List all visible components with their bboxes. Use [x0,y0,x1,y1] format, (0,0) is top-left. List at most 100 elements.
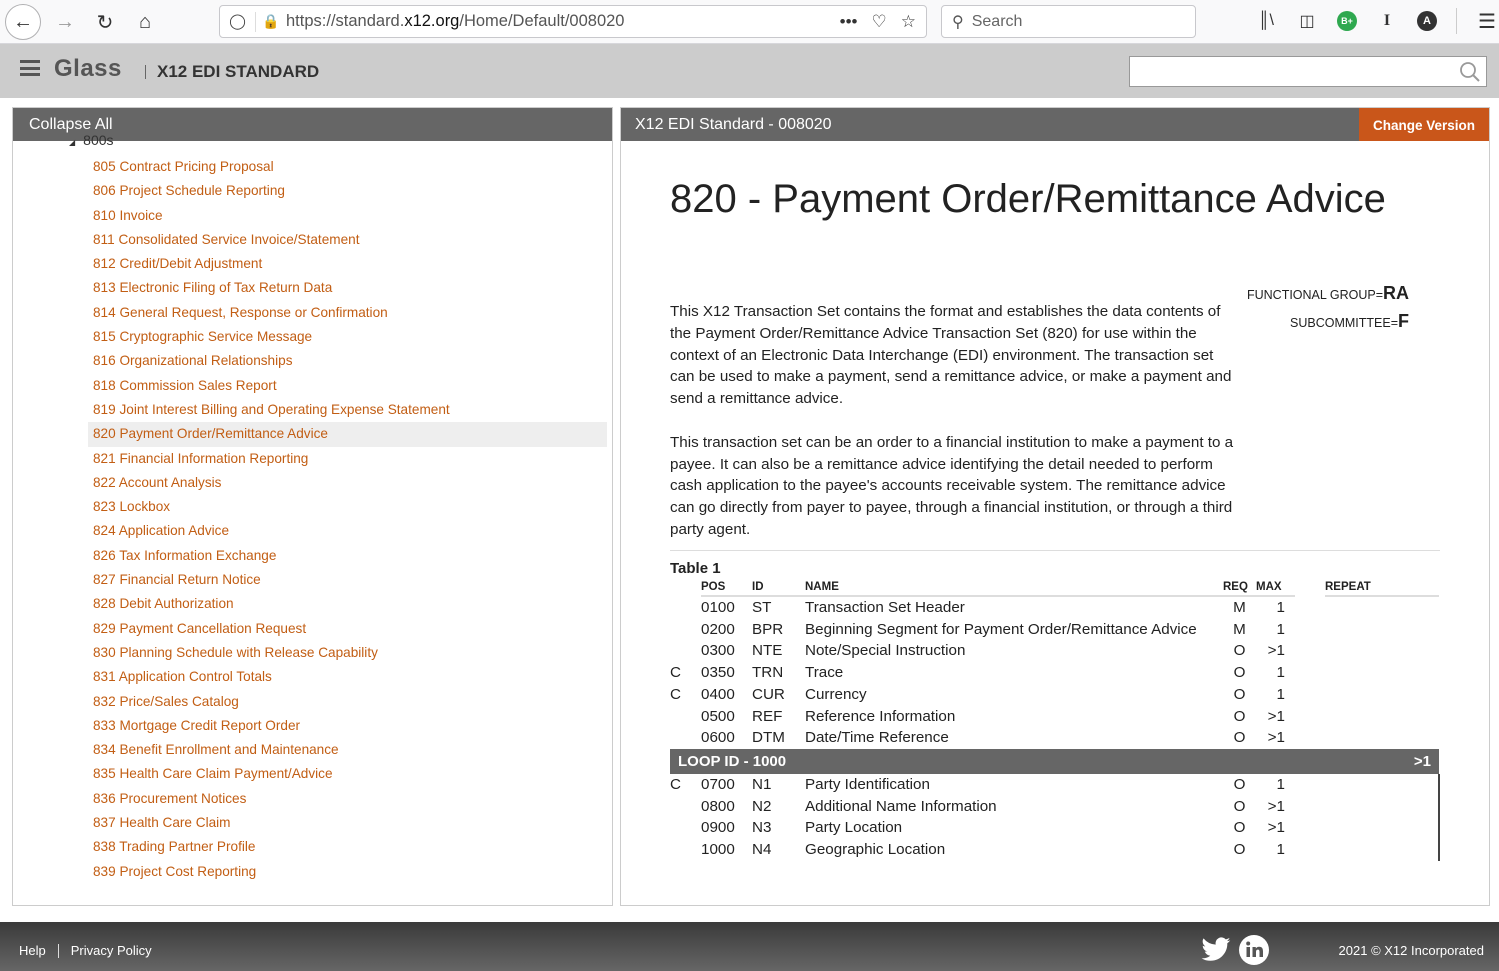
tree-item[interactable]: 821 Financial Information Reporting [13,447,607,471]
site-search[interactable] [1129,56,1487,87]
segment-name: Party Location [805,819,903,837]
browser-search-input[interactable]: ⚲ Search [941,5,1196,38]
loop-id-label[interactable]: LOOP ID - 1000 [670,748,1325,774]
more-actions-icon[interactable]: ••• [840,12,858,32]
segment-id-link[interactable]: BPR [752,619,805,641]
site-search-input[interactable] [1130,57,1450,86]
lock-icon[interactable]: 🔒 [256,13,286,30]
table-row: 0300 NTE Note/Special Instruction O >1 [670,640,1439,662]
tree-item[interactable]: 824 Application Advice [13,519,607,543]
tree-item[interactable]: 819 Joint Interest Billing and Operating… [13,398,607,422]
condition-marker [670,796,701,818]
hamburger-menu-icon[interactable] [20,60,40,80]
tree-item[interactable]: 814 General Request, Response or Confirm… [13,301,607,325]
brand-logo[interactable]: Glass [54,55,122,83]
divider [670,550,1440,551]
tree-item[interactable]: 827 Financial Return Notice [13,568,607,592]
segment-id-link[interactable]: NTE [752,640,805,662]
home-button[interactable]: ⌂ [127,4,163,40]
tree-item[interactable]: 805 Contract Pricing Proposal [13,155,607,179]
tree-item[interactable]: 837 Health Care Claim [13,811,607,835]
functional-group: FUNCTIONAL GROUP=RA [1246,283,1409,303]
segment-max: >1 [1267,819,1285,837]
col-id: ID [752,578,805,597]
tree-item[interactable]: 829 Payment Cancellation Request [13,617,607,641]
extension-cursor-icon[interactable]: I [1376,10,1398,32]
help-link[interactable]: Help [19,943,46,958]
shield-icon[interactable]: ◯ [220,11,256,32]
tree-item[interactable]: 831 Application Control Totals [13,665,607,689]
search-icon[interactable] [1458,60,1482,84]
tree-item[interactable]: 815 Cryptographic Service Message [13,325,607,349]
segment-id-link[interactable]: N2 [752,796,805,818]
segment-id-link[interactable]: DTM [752,727,805,749]
tree-item[interactable]: 826 Tax Information Exchange [13,544,607,568]
segment-name: Date/Time Reference [805,729,949,747]
condition-marker [670,706,701,728]
document-panel-header: X12 EDI Standard - 008020 Change Version [621,108,1489,141]
tree-item[interactable]: 822 Account Analysis [13,471,607,495]
toolbar-divider [1456,8,1457,34]
star-icon[interactable]: ☆ [901,12,916,32]
segment-max: >1 [1267,797,1285,815]
account-avatar[interactable]: A [1417,11,1437,31]
col-pos: POS [701,578,752,597]
url-text[interactable]: https://standard.x12.org/Home/Default/00… [286,12,840,31]
sidebar-icon[interactable]: ◫ [1296,10,1318,32]
tree-item[interactable]: 836 Procurement Notices [13,787,607,811]
linkedin-icon[interactable] [1238,934,1270,966]
tree-item[interactable]: 839 Project Cost Reporting [13,860,607,884]
segment-repeat [1325,684,1439,706]
segment-pos: 0200 [701,620,735,638]
segment-pos: 0350 [701,664,735,682]
segment-id-link[interactable]: N4 [752,839,805,861]
tree-item[interactable]: 835 Health Care Claim Payment/Advice [13,762,607,786]
tree-item[interactable]: 806 Project Schedule Reporting [13,179,607,203]
segment-pos: 0100 [701,599,735,616]
menu-icon[interactable]: ☰ [1476,10,1498,33]
tree-item[interactable]: 820 Payment Order/Remittance Advice [88,422,607,447]
segment-pos: 0300 [701,642,735,660]
table-row: 0900 N3 Party Location O >1 [670,817,1440,840]
tree-item[interactable]: 833 Mortgage Credit Report Order [13,714,607,738]
tree-item[interactable]: 811 Consolidated Service Invoice/Stateme… [13,228,607,252]
tree-item[interactable]: 828 Debit Authorization [13,592,607,616]
table-row: 0500 REF Reference Information O >1 [670,706,1439,728]
extension-grade-icon[interactable]: B+ [1337,11,1357,31]
tree-group-label[interactable]: ◢ 800s [69,132,114,148]
segment-id-link[interactable]: ST [752,596,805,619]
privacy-policy-link[interactable]: Privacy Policy [71,943,152,958]
forward-button[interactable]: → [47,4,83,40]
segment-id-link[interactable]: TRN [752,662,805,684]
browser-toolbar: ← → ↻ ⌂ ◯ 🔒 https://standard.x12.org/Hom… [0,0,1499,44]
tree-item[interactable]: 810 Invoice [13,204,607,228]
condition-marker [670,596,701,619]
change-version-button[interactable]: Change Version [1359,108,1489,141]
table-row: 0100 ST Transaction Set Header M 1 [670,596,1439,619]
library-icon[interactable]: ║\ [1255,10,1277,32]
segment-id-link[interactable]: N1 [752,774,805,796]
segment-repeat [1325,773,1440,796]
pocket-icon[interactable]: ♡ [872,12,887,32]
segment-id-link[interactable]: REF [752,706,805,728]
segment-id-link[interactable]: N3 [752,817,805,839]
tree-item[interactable]: 834 Benefit Enrollment and Maintenance [13,738,607,762]
tree-item[interactable]: 830 Planning Schedule with Release Capab… [13,641,607,665]
segment-req: O [1233,729,1246,747]
tree-item[interactable]: 838 Trading Partner Profile [13,835,607,859]
back-button[interactable]: ← [5,4,41,40]
segment-max: >1 [1267,729,1285,747]
segment-req: M [1233,599,1246,616]
segment-repeat [1325,795,1440,818]
tree-item[interactable]: 812 Credit/Debit Adjustment [13,252,607,276]
segment-id-link[interactable]: CUR [752,684,805,706]
tree-item[interactable]: 813 Electronic Filing of Tax Return Data [13,276,607,300]
tree-item[interactable]: 816 Organizational Relationships [13,349,607,373]
segment-pos: 0800 [701,797,735,815]
address-bar[interactable]: ◯ 🔒 https://standard.x12.org/Home/Defaul… [219,5,927,38]
tree-item[interactable]: 823 Lockbox [13,495,607,519]
reload-button[interactable]: ↻ [87,4,123,40]
twitter-icon[interactable] [1200,937,1232,963]
tree-item[interactable]: 832 Price/Sales Catalog [13,690,607,714]
tree-item[interactable]: 818 Commission Sales Report [13,374,607,398]
